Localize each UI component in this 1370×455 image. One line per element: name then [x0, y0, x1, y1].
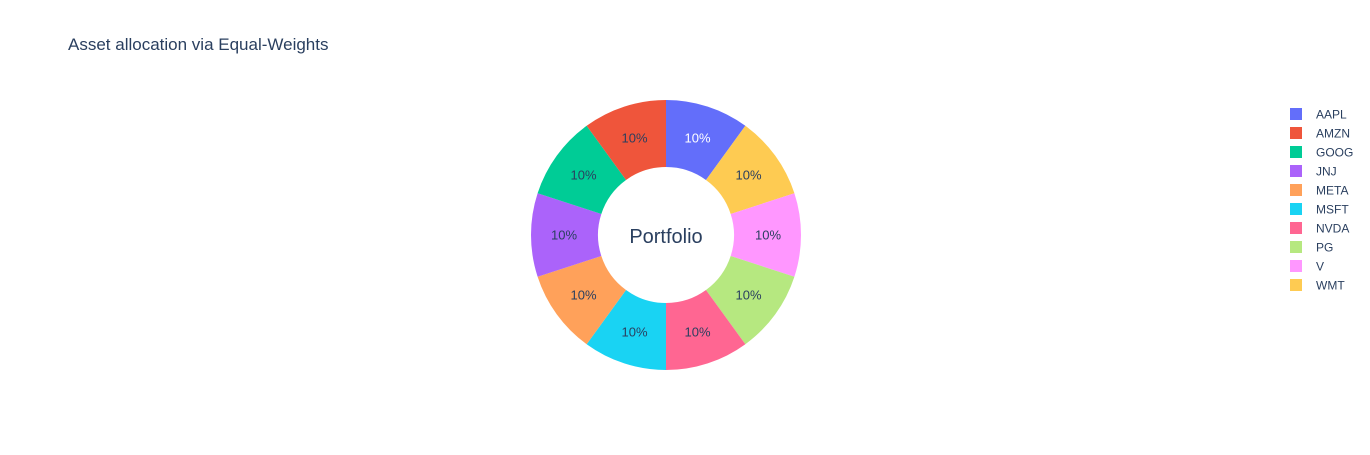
- slice-label-pg: 10%: [735, 288, 761, 303]
- slice-label-jnj: 10%: [551, 228, 577, 243]
- legend-swatch: [1290, 146, 1302, 158]
- chart-title: Asset allocation via Equal-Weights: [68, 35, 329, 54]
- slice-label-meta: 10%: [570, 288, 596, 303]
- legend-label: MSFT: [1316, 203, 1349, 217]
- legend-label: WMT: [1316, 279, 1345, 293]
- legend-item-msft[interactable]: MSFT: [1290, 203, 1349, 217]
- legend-swatch: [1290, 203, 1302, 215]
- legend-swatch: [1290, 241, 1302, 253]
- legend-item-v[interactable]: V: [1290, 260, 1324, 274]
- legend-label: AMZN: [1316, 127, 1350, 141]
- legend-item-pg[interactable]: PG: [1290, 241, 1333, 255]
- legend-label: AAPL: [1316, 108, 1347, 122]
- legend-label: V: [1316, 260, 1324, 274]
- slice-label-msft: 10%: [621, 325, 647, 340]
- legend-swatch: [1290, 184, 1302, 196]
- legend-item-wmt[interactable]: WMT: [1290, 279, 1345, 293]
- legend-swatch: [1290, 279, 1302, 291]
- chart-container: Asset allocation via Equal-Weights 10% 10…: [0, 0, 1370, 450]
- legend-label: META: [1316, 184, 1348, 198]
- legend-swatch: [1290, 260, 1302, 272]
- slice-label-amzn: 10%: [621, 131, 647, 146]
- legend-swatch: [1290, 127, 1302, 139]
- legend-item-meta[interactable]: META: [1290, 184, 1348, 198]
- legend-swatch: [1290, 222, 1302, 234]
- slice-label-v: 10%: [755, 228, 781, 243]
- slice-label-wmt: 10%: [735, 168, 761, 183]
- legend-item-nvda[interactable]: NVDA: [1290, 222, 1349, 236]
- slice-label-nvda: 10%: [684, 325, 710, 340]
- legend-label: JNJ: [1316, 165, 1337, 179]
- slice-label-aapl: 10%: [684, 131, 710, 146]
- legend-item-jnj[interactable]: JNJ: [1290, 165, 1337, 179]
- legend-label: NVDA: [1316, 222, 1349, 236]
- donut-chart: Asset allocation via Equal-Weights 10% 10…: [68, 35, 1353, 370]
- slice-label-goog: 10%: [570, 168, 596, 183]
- legend-item-aapl[interactable]: AAPL: [1290, 108, 1347, 122]
- legend-item-goog[interactable]: GOOG: [1290, 146, 1353, 160]
- legend-swatch: [1290, 165, 1302, 177]
- center-label: Portfolio: [629, 226, 702, 248]
- legend-label: GOOG: [1316, 146, 1353, 160]
- legend-item-amzn[interactable]: AMZN: [1290, 127, 1350, 141]
- legend-label: PG: [1316, 241, 1333, 255]
- legend[interactable]: AAPL AMZN GOOG JNJ META MSFT NVDA PG V WMT: [1290, 108, 1353, 293]
- legend-swatch: [1290, 108, 1302, 120]
